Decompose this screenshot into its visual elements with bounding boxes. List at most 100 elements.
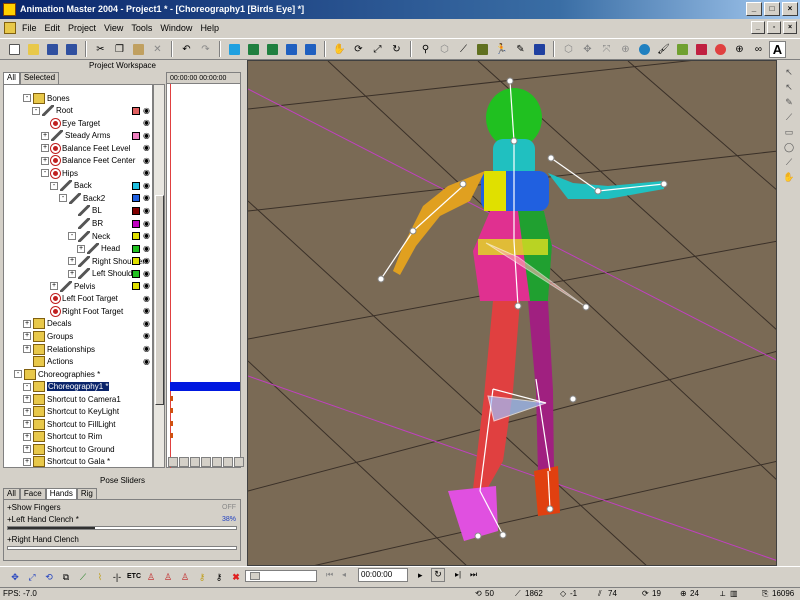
- timeline-tool-2[interactable]: [179, 457, 189, 467]
- keyframe[interactable]: [170, 396, 173, 401]
- new-icon[interactable]: [6, 41, 23, 58]
- tree-row[interactable]: + Relationships: [23, 343, 95, 355]
- pose-tab-rig[interactable]: Rig: [76, 488, 97, 499]
- open-icon[interactable]: [25, 41, 42, 58]
- tree-row[interactable]: BL: [68, 205, 102, 217]
- rect-icon[interactable]: ▭: [782, 126, 796, 138]
- visibility-eye-icon[interactable]: ◉: [143, 193, 150, 202]
- delete-icon[interactable]: ✕: [149, 41, 166, 58]
- tree-row[interactable]: BR: [68, 218, 103, 230]
- text-icon[interactable]: A: [769, 40, 786, 58]
- pose-tab-all[interactable]: All: [3, 488, 20, 499]
- muscle-mode-icon[interactable]: ⬡: [436, 41, 453, 58]
- tree-row[interactable]: + Shortcut to FillLight: [23, 418, 115, 430]
- visibility-eye-icon[interactable]: ◉: [143, 206, 150, 215]
- constrain-icon[interactable]: -|-: [110, 570, 124, 584]
- visibility-eye-icon[interactable]: ◉: [143, 269, 150, 278]
- loop-icon[interactable]: ↻: [431, 568, 445, 582]
- tree-row[interactable]: + Shortcut to Ground: [23, 443, 115, 455]
- visibility-eye-icon[interactable]: ◉: [143, 294, 150, 303]
- lasso-icon[interactable]: ◯: [782, 141, 796, 153]
- camera-view-icon[interactable]: [531, 41, 548, 58]
- rotate-icon[interactable]: ⊕: [617, 41, 634, 58]
- lasso-mode-icon[interactable]: ⌇: [93, 570, 107, 584]
- mdi-close-button[interactable]: ×: [783, 21, 797, 34]
- cut-icon[interactable]: ✂: [92, 41, 109, 58]
- visibility-eye-icon[interactable]: ◉: [143, 181, 150, 190]
- animation-mode-icon[interactable]: [474, 41, 491, 58]
- minimize-button[interactable]: _: [746, 2, 762, 16]
- menu-window[interactable]: Window: [156, 23, 196, 33]
- expand-toggle[interactable]: +: [41, 131, 49, 140]
- refresh-icon[interactable]: ↻: [388, 41, 405, 58]
- expand-toggle[interactable]: -: [32, 106, 40, 115]
- character-model[interactable]: [393, 88, 664, 541]
- copy-icon[interactable]: ❐: [111, 41, 128, 58]
- expand-toggle[interactable]: -: [68, 232, 76, 241]
- tree-row[interactable]: + Head: [77, 243, 120, 255]
- visibility-eye-icon[interactable]: ◉: [143, 244, 150, 253]
- menu-view[interactable]: View: [100, 23, 127, 33]
- hand-icon[interactable]: ✋: [782, 171, 796, 183]
- pose-tab-hands[interactable]: Hands: [45, 488, 77, 499]
- figure2-icon[interactable]: ♙: [178, 570, 192, 584]
- expand-toggle[interactable]: +: [23, 420, 31, 429]
- expand-toggle[interactable]: +: [68, 257, 76, 266]
- visibility-eye-icon[interactable]: ◉: [143, 143, 150, 152]
- tree-row[interactable]: - Choreographies *: [14, 368, 100, 380]
- visibility-eye-icon[interactable]: ◉: [143, 156, 150, 165]
- tree-row[interactable]: + Decals: [23, 318, 71, 330]
- frame-scrubber[interactable]: [245, 570, 317, 582]
- expand-toggle[interactable]: -: [50, 181, 58, 190]
- visibility-eye-icon[interactable]: ◉: [143, 344, 150, 353]
- scale-icon[interactable]: ⤧: [598, 41, 615, 58]
- bone-color-swatch[interactable]: [132, 269, 140, 278]
- tree-row[interactable]: Left Foot Target: [41, 293, 118, 305]
- bone-tool-icon[interactable]: ⟋: [782, 156, 796, 168]
- expand-toggle[interactable]: -: [14, 370, 22, 379]
- select-arrow-icon[interactable]: ↖: [782, 66, 796, 78]
- visibility-eye-icon[interactable]: ◉: [143, 357, 150, 366]
- render-icon[interactable]: [245, 41, 262, 58]
- expand-toggle[interactable]: +: [23, 345, 31, 353]
- timeline-tool-4[interactable]: [201, 457, 211, 467]
- menu-tools[interactable]: Tools: [127, 23, 156, 33]
- pose-slider-track[interactable]: [7, 526, 237, 530]
- prev-key-icon[interactable]: ◂: [342, 570, 346, 579]
- visibility-eye-icon[interactable]: ◉: [143, 219, 150, 228]
- maximize-button[interactable]: □: [764, 2, 780, 16]
- expand-toggle[interactable]: +: [23, 445, 31, 454]
- expand-toggle[interactable]: -: [23, 382, 31, 391]
- bones-mode-icon[interactable]: ⚲: [417, 41, 434, 58]
- bone-color-swatch[interactable]: [132, 206, 140, 215]
- mdi-minimize-button[interactable]: _: [751, 21, 765, 34]
- visibility-eye-icon[interactable]: ◉: [143, 106, 150, 115]
- next-key-icon[interactable]: ▸|: [455, 570, 461, 579]
- undo-icon[interactable]: ↶: [178, 41, 195, 58]
- expand-toggle[interactable]: +: [41, 144, 49, 153]
- visibility-eye-icon[interactable]: ◉: [143, 131, 150, 140]
- expand-toggle[interactable]: +: [77, 244, 85, 253]
- choreography-track[interactable]: [170, 382, 240, 391]
- figure-icon[interactable]: ♙: [161, 570, 175, 584]
- render-to-file-icon[interactable]: [302, 41, 319, 58]
- visibility-eye-icon[interactable]: ◉: [143, 319, 150, 328]
- grid-icon[interactable]: [674, 41, 691, 58]
- key-icon[interactable]: ♙: [144, 570, 158, 584]
- visibility-eye-icon[interactable]: ◉: [143, 281, 150, 290]
- translate-icon[interactable]: ⬡: [560, 41, 577, 58]
- redo-icon[interactable]: ↷: [197, 41, 214, 58]
- remove-icon[interactable]: ✖: [229, 570, 243, 584]
- paint-icon[interactable]: 🖌: [655, 41, 672, 58]
- add-point-icon[interactable]: ↖: [782, 81, 796, 93]
- tree-row[interactable]: + Shortcut to Gala *: [23, 456, 110, 467]
- timeline-tool-5[interactable]: [212, 457, 222, 467]
- mdi-restore-button[interactable]: ▫: [767, 21, 781, 34]
- expand-toggle[interactable]: +: [23, 395, 31, 404]
- turn-icon[interactable]: ⟳: [350, 41, 367, 58]
- expand-toggle[interactable]: +: [68, 269, 76, 278]
- document-icon[interactable]: [4, 22, 16, 34]
- keyframe[interactable]: [170, 433, 173, 438]
- bone-color-swatch[interactable]: [132, 181, 140, 190]
- menu-project[interactable]: Project: [64, 23, 100, 33]
